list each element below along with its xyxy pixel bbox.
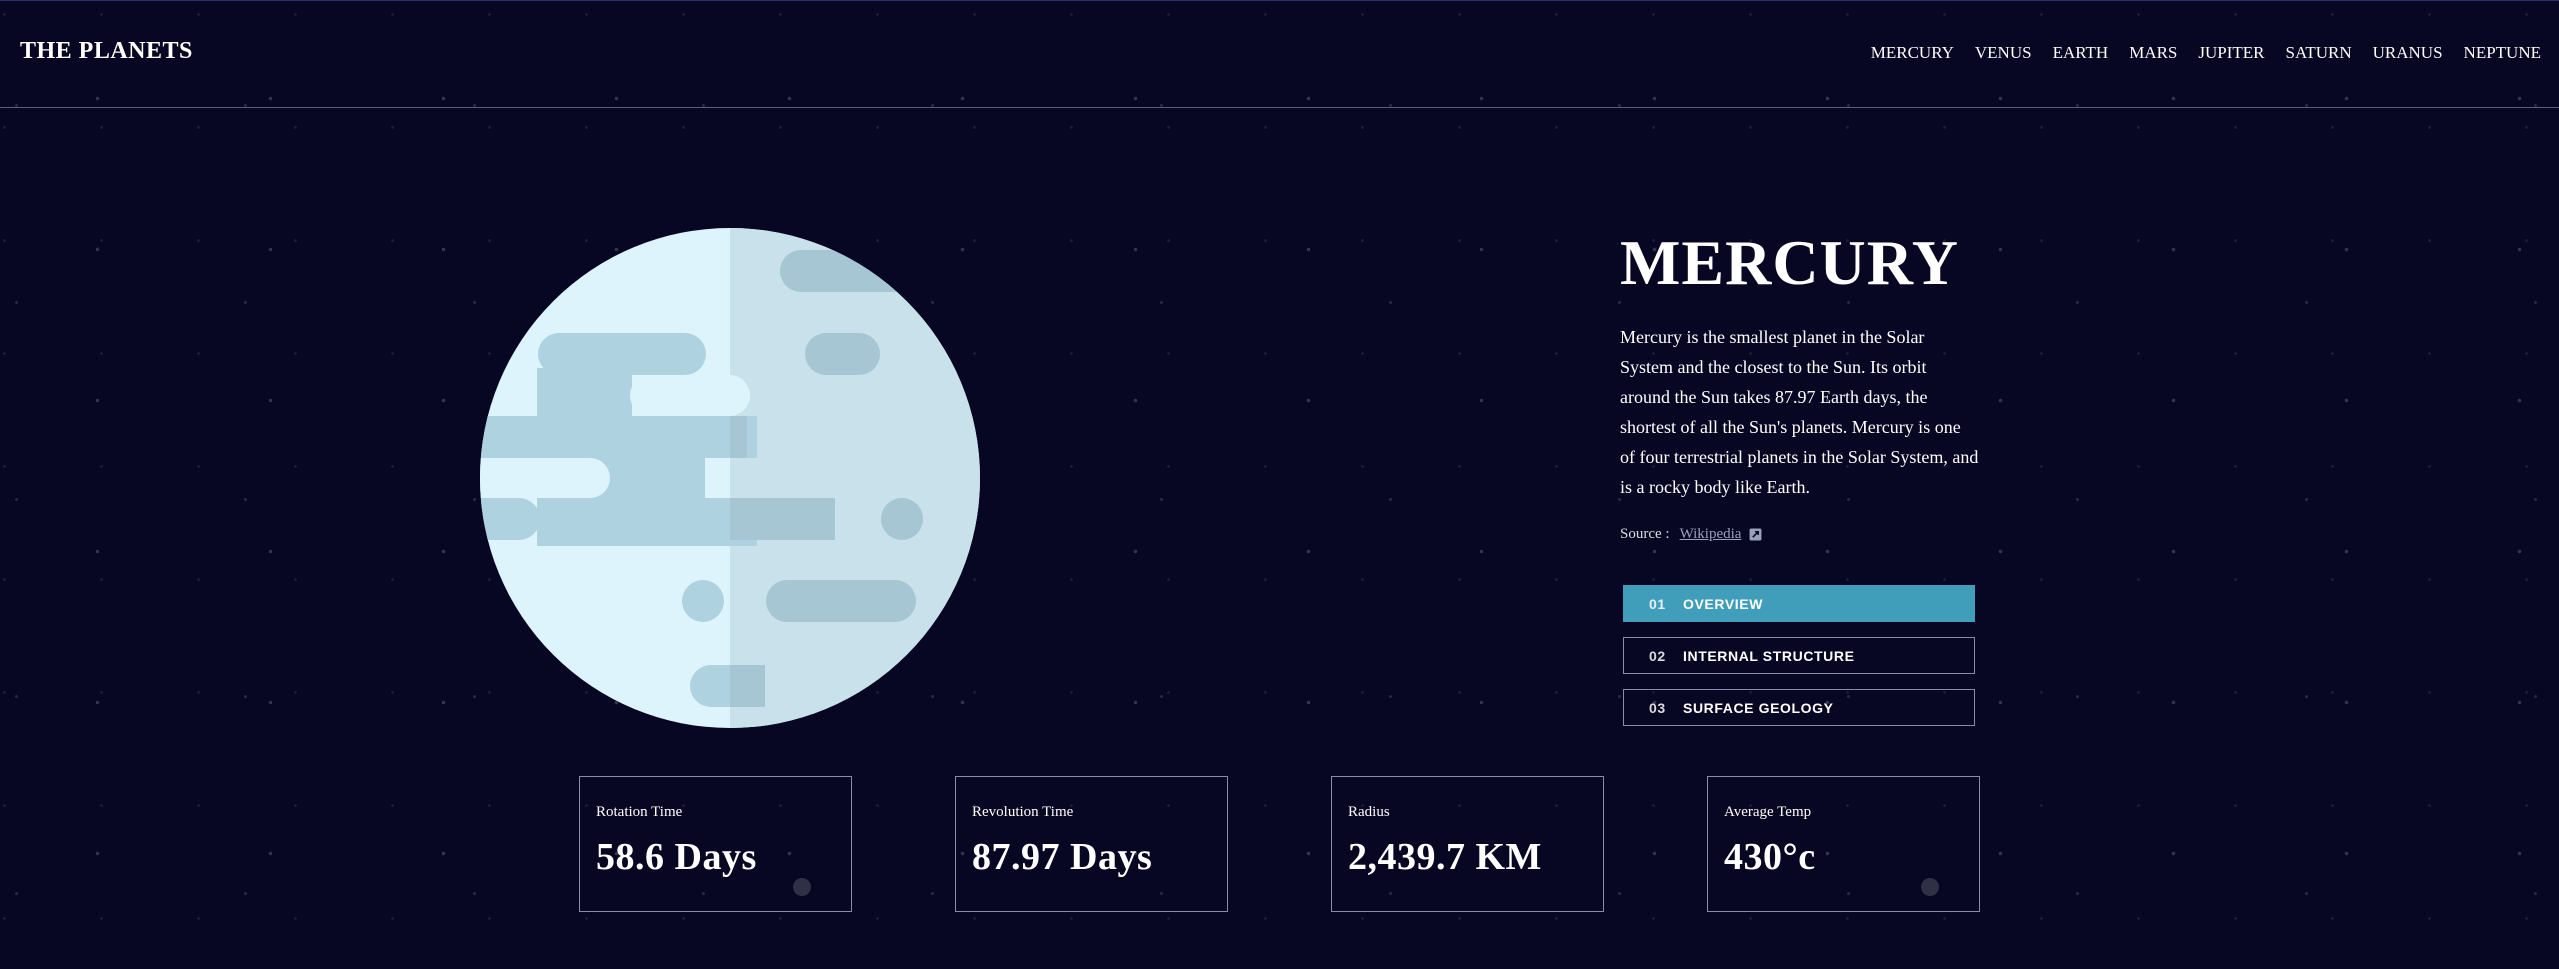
planet-notch — [630, 375, 750, 416]
planet-notch — [705, 458, 730, 498]
planet-spot-shadow — [730, 665, 765, 707]
tab-label: SURFACE GEOLOGY — [1683, 699, 1834, 716]
planet-notch — [480, 458, 610, 498]
planet-spot-shadow — [730, 416, 747, 458]
source-link[interactable]: Wikipedia — [1680, 526, 1742, 543]
nav-link-mars[interactable]: MARS — [2129, 43, 2177, 63]
planet-title: MERCURY — [1620, 227, 1959, 298]
planet-spot — [805, 333, 880, 375]
stat-revolution-time: Revolution Time 87.97 Days — [955, 776, 1228, 912]
nav-link-uranus[interactable]: URANUS — [2373, 43, 2443, 63]
planet-spot — [881, 498, 923, 540]
planet-stats: Rotation Time 58.6 Days Revolution Time … — [579, 776, 1980, 912]
planet-notch — [730, 458, 770, 498]
decorative-dot — [793, 878, 811, 896]
stat-average-temp: Average Temp 430°c — [1707, 776, 1980, 912]
stat-radius: Radius 2,439.7 KM — [1331, 776, 1604, 912]
nav-link-venus[interactable]: VENUS — [1975, 43, 2032, 63]
nav-link-mercury[interactable]: MERCURY — [1871, 43, 1954, 63]
decorative-dot — [1921, 878, 1939, 896]
stat-value: 87.97 Days — [972, 836, 1153, 878]
planet-description: Mercury is the smallest planet in the So… — [1620, 327, 1979, 497]
tab-number: 02 — [1649, 647, 1666, 664]
tab-surface-geology[interactable]: 03 SURFACE GEOLOGY — [1623, 689, 1975, 726]
tab-label: OVERVIEW — [1683, 595, 1764, 612]
stat-rotation-time: Rotation Time 58.6 Days — [579, 776, 852, 912]
tab-number: 03 — [1649, 699, 1666, 716]
tab-label: INTERNAL STRUCTURE — [1683, 647, 1855, 664]
planet-spot — [537, 368, 632, 418]
site-header: THE PLANETS MERCURY VENUS EARTH MARS JUP… — [0, 0, 2559, 108]
nav-link-saturn[interactable]: SATURN — [2286, 43, 2352, 63]
stat-label: Rotation Time — [596, 804, 683, 820]
tab-number: 01 — [1649, 595, 1666, 612]
stat-value: 2,439.7 KM — [1348, 836, 1542, 878]
stat-label: Revolution Time — [972, 804, 1074, 820]
stat-label: Radius — [1348, 804, 1390, 820]
source-line: Source : Wikipedia — [1620, 526, 1980, 543]
planet-spot — [682, 580, 724, 622]
planet-spot — [780, 250, 950, 292]
source-label: Source : — [1620, 526, 1670, 542]
content-tabs: 01 OVERVIEW 02 INTERNAL STRUCTURE 03 SUR… — [1623, 585, 1975, 741]
nav-link-neptune[interactable]: NEPTUNE — [2464, 43, 2541, 63]
external-link-icon[interactable] — [1749, 528, 1762, 541]
stat-value: 58.6 Days — [596, 836, 757, 878]
planet-spot — [766, 580, 916, 622]
stat-label: Average Temp — [1724, 804, 1812, 820]
planet-spot-shadow — [730, 498, 835, 540]
planet-nav: MERCURY VENUS EARTH MARS JUPITER SATURN … — [1850, 43, 2541, 63]
planet-spot — [480, 498, 540, 540]
tab-overview[interactable]: 01 OVERVIEW — [1623, 585, 1975, 622]
planet-illustration — [480, 228, 980, 728]
planet-info: MERCURY Mercury is the smallest planet i… — [1620, 226, 1980, 543]
stat-value: 430°c — [1724, 836, 1816, 878]
site-logo[interactable]: THE PLANETS — [20, 38, 193, 65]
nav-link-earth[interactable]: EARTH — [2053, 43, 2109, 63]
tab-internal-structure[interactable]: 02 INTERNAL STRUCTURE — [1623, 637, 1975, 674]
nav-link-jupiter[interactable]: JUPITER — [2198, 43, 2264, 63]
